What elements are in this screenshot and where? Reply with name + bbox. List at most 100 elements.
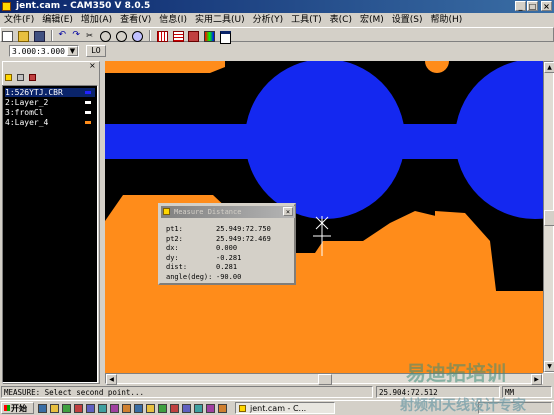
app-icon [2, 2, 11, 11]
measure-value: -0.281 [216, 253, 242, 262]
measure-value: 25.949:72.469 [216, 234, 271, 243]
quick-launch-icon[interactable] [38, 404, 47, 413]
panel-close-icon[interactable]: × [89, 61, 96, 70]
blue-pad-large [245, 61, 405, 219]
chevron-down-icon[interactable]: ▼ [67, 46, 78, 56]
menu-item[interactable]: 帮助(H) [427, 13, 467, 27]
title-bar: jent.cam - CAM350 V 8.0.5 _ □ × [0, 0, 554, 13]
scroll-right-button[interactable]: ▶ [531, 374, 542, 385]
start-label: 开始 [11, 404, 27, 413]
layer-item[interactable]: 4:Layer_4 [5, 118, 95, 127]
layer-color-icon[interactable] [29, 74, 36, 81]
minimize-button[interactable]: _ [515, 1, 526, 11]
layer-color-swatch[interactable] [85, 111, 91, 114]
layers-panel-header: × [3, 61, 99, 71]
cut-icon[interactable]: ✂ [86, 31, 95, 40]
vertical-scrollbar[interactable]: ▲ ▼ [543, 61, 554, 373]
redo-icon[interactable]: ↷ [72, 31, 81, 40]
menu-item[interactable]: 编辑(E) [38, 13, 77, 27]
menu-item[interactable]: 表(C) [326, 13, 356, 27]
menu-item[interactable]: 增加(A) [77, 13, 116, 27]
quick-launch-icon[interactable] [122, 404, 131, 413]
menu-item[interactable]: 查看(V) [116, 13, 155, 27]
save-icon[interactable] [33, 31, 45, 42]
menu-item[interactable]: 分析(Y) [249, 13, 288, 27]
quick-launch-icon[interactable] [170, 404, 179, 413]
main-toolbar: ↶ ↷ ✂ [0, 27, 554, 44]
grid-toolbar [0, 43, 554, 59]
quick-launch-icon[interactable] [146, 404, 155, 413]
quick-launch-icon[interactable] [86, 404, 95, 413]
quick-launch [38, 403, 232, 414]
close-button[interactable]: × [541, 1, 552, 11]
open-folder-icon[interactable] [17, 31, 29, 42]
measure-label: dx: [166, 244, 179, 252]
system-tray [478, 402, 552, 414]
snap-icon[interactable] [188, 31, 200, 42]
status-units: MM [502, 386, 552, 398]
layer-item[interactable]: 1:526YTJ.CBR [5, 88, 95, 97]
quick-launch-icon[interactable] [98, 404, 107, 413]
horizontal-scroll-thumb[interactable] [318, 374, 332, 385]
layer-color-swatch[interactable] [85, 121, 91, 124]
quick-launch-icon[interactable] [134, 404, 143, 413]
horizontal-scrollbar[interactable]: ◀ ▶ [105, 373, 543, 385]
layer-props-icon[interactable] [17, 74, 24, 81]
layer-icon[interactable] [172, 31, 184, 42]
quick-launch-icon[interactable] [158, 404, 167, 413]
zoom-out-icon[interactable] [116, 31, 127, 42]
menu-item[interactable]: 工具(T) [287, 13, 326, 27]
menu-item[interactable]: 文件(F) [0, 13, 38, 27]
scroll-down-button[interactable]: ▼ [544, 361, 554, 372]
layer-add-icon[interactable] [5, 74, 12, 81]
menu-item[interactable]: 宏(M) [356, 13, 388, 27]
start-button[interactable]: 开始 [1, 402, 34, 414]
vertical-scroll-thumb[interactable] [544, 210, 554, 226]
layer-color-swatch[interactable] [85, 101, 91, 104]
menu-item[interactable]: 实用二具(U) [191, 13, 249, 27]
layer-item[interactable]: 2:Layer_2 [5, 98, 95, 107]
status-coords: 25.904:72.512 [376, 386, 500, 398]
menu-item[interactable]: 信息(I) [155, 13, 191, 27]
measure-value: 0.000 [216, 244, 238, 252]
task-label: jent.cam - C... [250, 404, 307, 413]
status-bar: MEASURE: Select second point... 25.904:7… [0, 386, 554, 399]
layer-label: 2:Layer_2 [5, 98, 49, 107]
scroll-up-button[interactable]: ▲ [544, 62, 554, 73]
layers-panel-toolbar [3, 72, 99, 84]
quick-launch-icon[interactable] [74, 404, 83, 413]
quick-launch-icon[interactable] [62, 404, 71, 413]
zoom-in-icon[interactable] [100, 31, 112, 42]
layer-color-swatch[interactable] [85, 91, 91, 94]
dialog-close-button[interactable]: × [283, 207, 293, 216]
measure-label: angle(deg): [166, 272, 213, 281]
blue-trace [105, 124, 265, 159]
quick-launch-icon[interactable] [206, 404, 215, 413]
dialog-title-bar[interactable]: Measure Distance × [161, 206, 295, 218]
scroll-left-button[interactable]: ◀ [106, 374, 117, 385]
maximize-button[interactable]: □ [527, 1, 538, 11]
layer-label: 3:fromCl [5, 108, 44, 117]
task-button-cam350[interactable]: jent.cam - C... [235, 402, 335, 414]
zoom-fit-icon[interactable] [131, 31, 143, 42]
layer-item[interactable]: 3:fromCl [5, 108, 95, 117]
measure-value: 25.949:72.750 [216, 225, 271, 233]
menu-item[interactable]: 设置(S) [388, 13, 427, 27]
layer-list: 1:526YTJ.CBR 2:Layer_2 3:fromCl 4:Layer_4 [2, 85, 98, 383]
layer-button[interactable]: L0 [86, 45, 106, 57]
windows-logo-icon [4, 405, 10, 411]
grid-icon[interactable] [156, 31, 168, 42]
quick-launch-icon[interactable] [182, 404, 191, 413]
status-message: MEASURE: Select second point... [1, 386, 373, 398]
quick-launch-icon[interactable] [110, 404, 119, 413]
new-file-icon[interactable] [2, 31, 13, 42]
orange-copper-top [105, 61, 225, 73]
undo-icon[interactable]: ↶ [59, 31, 68, 40]
quick-launch-icon[interactable] [218, 404, 227, 413]
color-icon[interactable] [204, 31, 216, 42]
layer-label: 4:Layer_4 [5, 118, 49, 127]
quick-launch-icon[interactable] [50, 404, 59, 413]
quick-launch-icon[interactable] [194, 404, 203, 413]
dialog-title: Measure Distance [174, 208, 242, 216]
measure-label: dist: [166, 263, 188, 271]
